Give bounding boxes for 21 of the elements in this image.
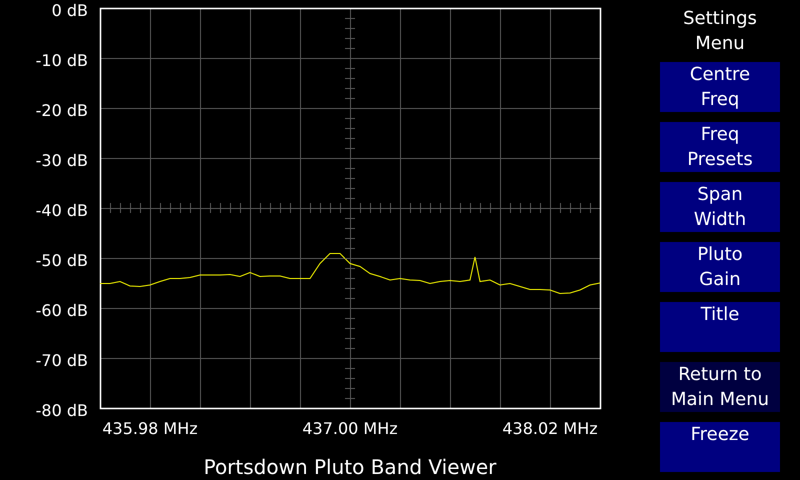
menu-button[interactable]: Freeze	[660, 422, 780, 472]
menu-button[interactable]: Pluto Gain	[660, 242, 780, 292]
menu-button[interactable]: Centre Freq	[660, 62, 780, 112]
axis-label: -40 dB	[36, 201, 88, 220]
axis-label: -50 dB	[36, 251, 88, 270]
axis-label: 438.02 MHz	[502, 419, 598, 438]
axis-label: -60 dB	[36, 301, 88, 320]
menu-button[interactable]: Title	[660, 302, 780, 352]
axis-label: -70 dB	[36, 351, 88, 370]
axis-label: -20 dB	[36, 101, 88, 120]
menu-title: Settings Menu	[683, 7, 757, 56]
menu-button[interactable]: Freq Presets	[660, 122, 780, 172]
app-title: Portsdown Pluto Band Viewer	[202, 455, 498, 479]
menu-button[interactable]: Return to Main Menu	[660, 362, 780, 412]
axis-label: 0 dB	[52, 1, 88, 20]
axis-label: -30 dB	[36, 151, 88, 170]
menu-button[interactable]: Span Width	[660, 182, 780, 232]
axis-label: -80 dB	[36, 401, 88, 420]
axis-label: -10 dB	[36, 51, 88, 70]
axis-label: 435.98 MHz	[102, 419, 198, 438]
axis-label: 437.00 MHz	[302, 419, 398, 438]
